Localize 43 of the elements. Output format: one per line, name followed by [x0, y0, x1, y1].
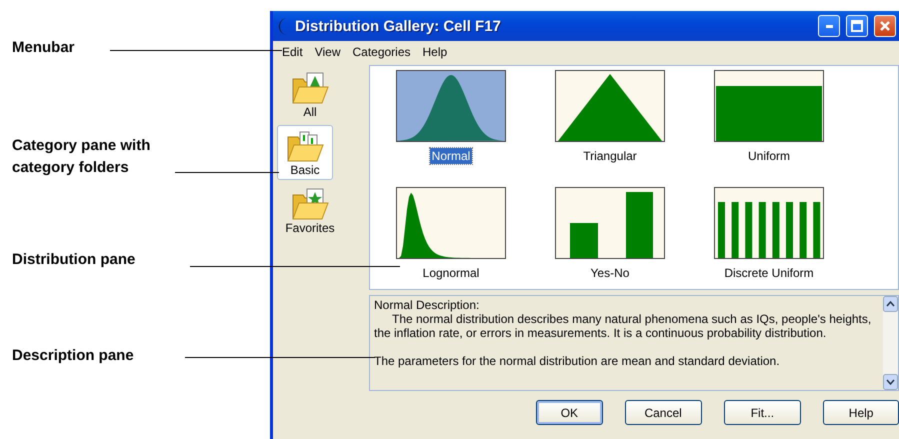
distribution-thumbnail[interactable]: [555, 70, 665, 142]
minimize-icon: [826, 24, 832, 28]
folder-icon: [286, 129, 324, 163]
callout-label: Menubar: [12, 38, 75, 58]
window-title: Distribution Gallery: Cell F17: [295, 18, 502, 34]
distribution-label: Uniform: [746, 148, 791, 164]
dialog-button[interactable]: Help: [823, 400, 899, 425]
category-item[interactable]: All: [282, 67, 338, 122]
folder-icon: [291, 187, 329, 221]
callout-label: Distribution pane: [12, 250, 136, 270]
description-heading: Normal Description:: [374, 298, 480, 312]
minimize-button[interactable]: [818, 15, 840, 37]
distribution-label: Normal: [430, 148, 472, 164]
callout-label: Description pane: [12, 346, 134, 366]
dialog-button[interactable]: Fit...: [724, 400, 802, 425]
scroll-up-button[interactable]: [883, 296, 898, 312]
distribution-thumbnail[interactable]: [555, 187, 665, 259]
distribution-label: Yes-No: [590, 265, 630, 281]
distribution-thumbnail[interactable]: [396, 70, 506, 142]
folder-icon: [291, 71, 329, 105]
distribution-label: Lognormal: [422, 265, 480, 281]
distribution-thumbnail[interactable]: [714, 187, 824, 259]
menu-item[interactable]: Edit: [276, 45, 309, 59]
dialog-button[interactable]: OK: [536, 400, 603, 425]
scrollbar[interactable]: [883, 296, 898, 390]
maximize-button[interactable]: [846, 15, 868, 37]
menu-item[interactable]: View: [308, 45, 346, 59]
callout-label: Category pane with category folders: [12, 136, 152, 178]
description-text: The normal distribution describes many natural phenomena such as IQs, people's heights, the inflation rate, or errors in measurements. It is a continuous probability distribution.: [374, 312, 872, 340]
close-icon: [879, 20, 891, 32]
category-item[interactable]: Favorites: [282, 183, 338, 238]
category-item[interactable]: Basic: [277, 125, 333, 180]
distribution-label: Discrete Uniform: [723, 265, 815, 281]
distribution-thumbnail[interactable]: [396, 187, 506, 259]
close-button[interactable]: [874, 15, 896, 37]
description-text: The parameters for the normal distribution are mean and standard deviation.: [374, 354, 781, 368]
maximize-icon: [851, 20, 863, 32]
distribution-label: Triangular: [582, 148, 638, 164]
menu-item[interactable]: Help: [416, 45, 454, 59]
dialog-button[interactable]: Cancel: [624, 400, 702, 425]
menu-item[interactable]: Categories: [346, 45, 417, 59]
distribution-thumbnail[interactable]: [714, 70, 824, 142]
scroll-down-button[interactable]: [883, 374, 898, 390]
